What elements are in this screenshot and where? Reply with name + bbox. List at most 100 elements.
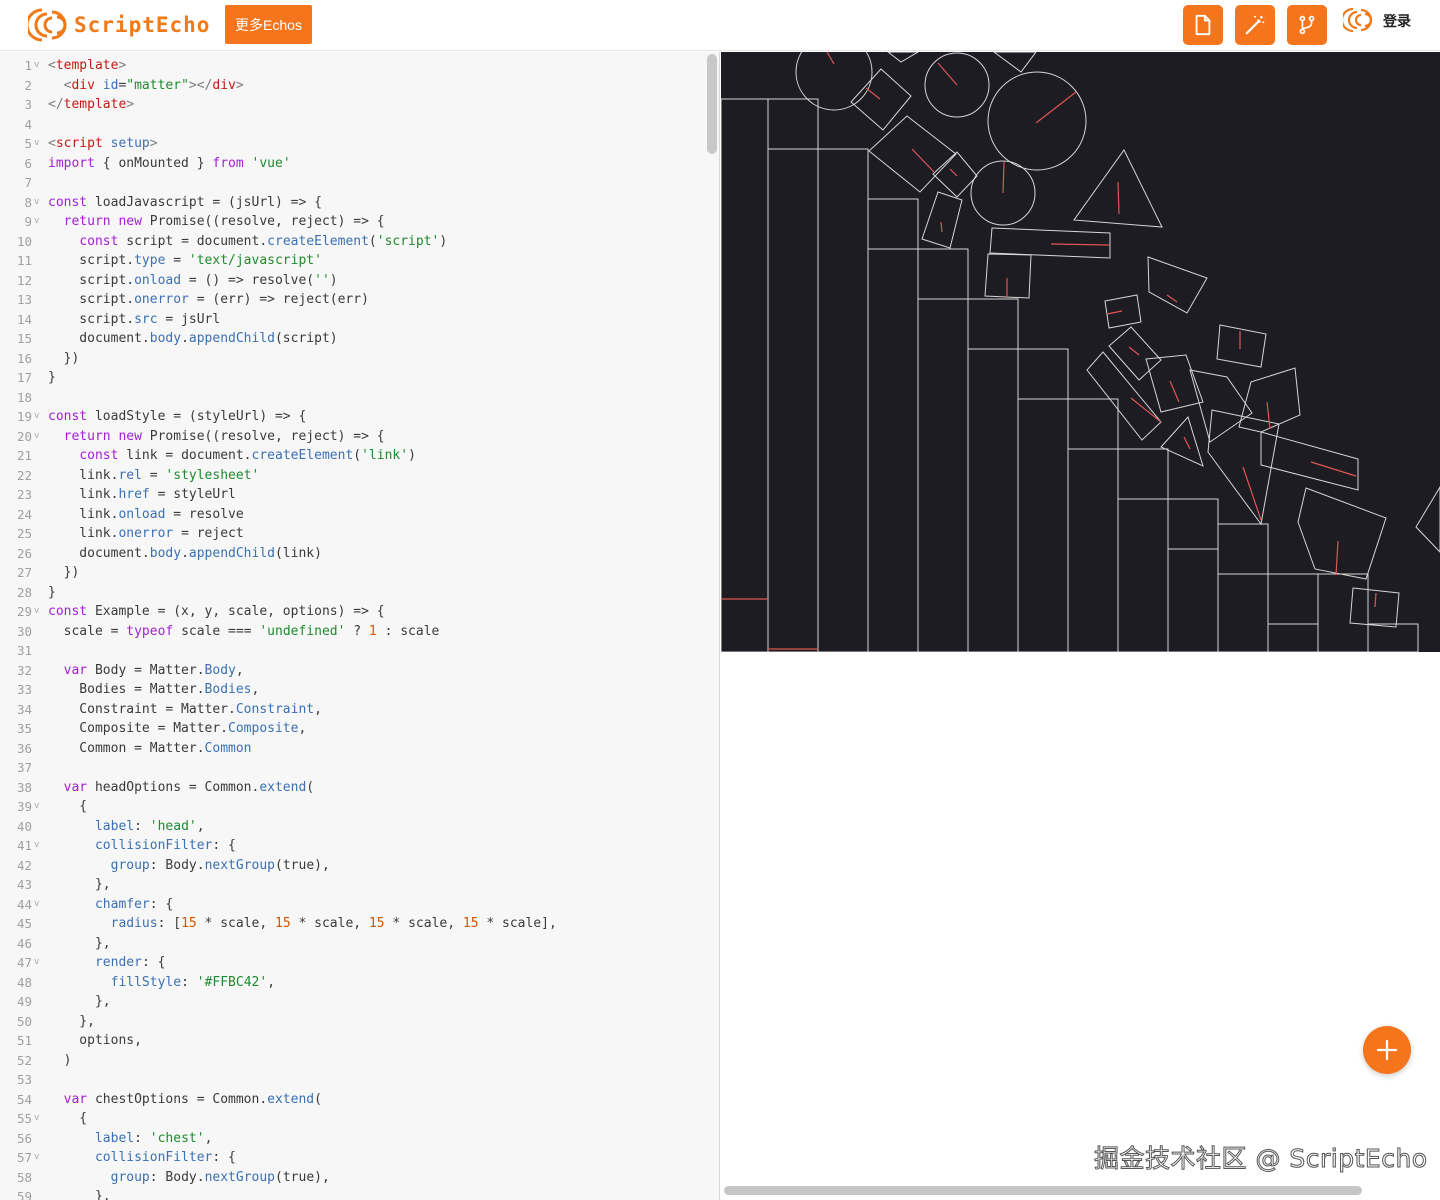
code-line[interactable]: 41 v collisionFilter: { bbox=[0, 836, 704, 856]
code-line[interactable]: 50 }, bbox=[0, 1012, 704, 1032]
line-number: 33 bbox=[16, 682, 32, 697]
code-line[interactable]: 13 script.onerror = (err) => reject(err) bbox=[0, 290, 704, 310]
user-echo-icon[interactable] bbox=[1343, 6, 1373, 34]
code-line[interactable]: 55 v { bbox=[0, 1109, 704, 1129]
fold-toggle-icon[interactable]: v bbox=[34, 953, 39, 973]
code-line[interactable]: 1 v <template> bbox=[0, 56, 704, 76]
code-line[interactable]: 47 v render: { bbox=[0, 953, 704, 973]
brand-logo[interactable]: ScriptEcho bbox=[28, 6, 210, 44]
code-line[interactable]: 48 fillStyle: '#FFBC42', bbox=[0, 973, 704, 993]
stair-block bbox=[1017, 348, 1069, 652]
code-line[interactable]: 25 link.onerror = reject bbox=[0, 524, 704, 544]
code-line[interactable]: 29 v const Example = (x, y, scale, options… bbox=[0, 602, 704, 622]
fork-button[interactable] bbox=[1287, 5, 1327, 45]
preview-horizontal-scrollbar[interactable] bbox=[724, 1186, 1362, 1195]
code-line[interactable]: 49 }, bbox=[0, 992, 704, 1012]
code-line[interactable]: 45 radius: [15 * scale, 15 * scale, 15 *… bbox=[0, 914, 704, 934]
code-line[interactable]: 15 document.body.appendChild(script) bbox=[0, 329, 704, 349]
code-line[interactable]: 34 Constraint = Matter.Constraint, bbox=[0, 700, 704, 720]
code-line[interactable]: 56 label: 'chest', bbox=[0, 1129, 704, 1149]
code-line[interactable]: 12 script.onload = () => resolve('') bbox=[0, 271, 704, 291]
line-number: 56 bbox=[16, 1130, 32, 1146]
add-floating-button[interactable] bbox=[1363, 1026, 1411, 1074]
code-line[interactable]: 44 v chamfer: { bbox=[0, 895, 704, 915]
fold-toggle-icon[interactable]: v bbox=[34, 427, 39, 447]
code-content[interactable]: 1 v <template> 2 <div id="matter"></div> 3 </… bbox=[0, 56, 704, 1200]
fold-toggle-icon[interactable]: v bbox=[34, 836, 39, 856]
code-line[interactable]: 24 link.onload = resolve bbox=[0, 505, 704, 525]
code-line[interactable]: 23 link.href = styleUrl bbox=[0, 485, 704, 505]
code-line[interactable]: 18 bbox=[0, 388, 704, 408]
code-line[interactable]: 5 v <script setup> bbox=[0, 134, 704, 154]
code-line[interactable]: 7 bbox=[0, 173, 704, 193]
code-line[interactable]: 10 const script = document.createElement… bbox=[0, 232, 704, 252]
new-file-button[interactable] bbox=[1183, 5, 1223, 45]
code-line[interactable]: 6 import { onMounted } from 'vue' bbox=[0, 154, 704, 174]
fold-toggle-icon[interactable]: v bbox=[34, 193, 39, 213]
code-line[interactable]: 27 }) bbox=[0, 563, 704, 583]
login-link[interactable]: 登录 bbox=[1383, 11, 1411, 31]
code-line[interactable]: 19 v const loadStyle = (styleUrl) => { bbox=[0, 407, 704, 427]
code-line[interactable]: 14 script.src = jsUrl bbox=[0, 310, 704, 330]
code-line[interactable]: 16 }) bbox=[0, 349, 704, 369]
line-number: 30 bbox=[16, 623, 32, 639]
code-text: collisionFilter: { bbox=[94, 838, 236, 853]
editor-vertical-scrollbar[interactable] bbox=[707, 54, 717, 154]
code-line[interactable]: 32 var Body = Matter.Body, bbox=[0, 661, 704, 681]
code-line[interactable]: 17} bbox=[0, 368, 704, 388]
code-line[interactable]: 38 var headOptions = Common.extend( bbox=[0, 778, 704, 798]
code-text: <script setup> bbox=[48, 136, 158, 151]
stair-block bbox=[721, 98, 769, 652]
fold-toggle-icon[interactable]: v bbox=[34, 1109, 39, 1129]
code-line[interactable]: 28} bbox=[0, 583, 704, 603]
code-line[interactable]: 40 label: 'head', bbox=[0, 817, 704, 837]
fold-toggle-icon[interactable]: v bbox=[34, 407, 39, 427]
more-echos-button[interactable]: 更多Echos bbox=[225, 5, 312, 44]
line-number: 38 bbox=[16, 779, 32, 795]
fold-toggle-icon[interactable]: v bbox=[34, 602, 39, 622]
code-line[interactable]: 33 Bodies = Matter.Bodies, bbox=[0, 680, 704, 700]
code-line[interactable]: 4 bbox=[0, 115, 704, 135]
code-line[interactable]: 20 v return new Promise((resolve, reject)… bbox=[0, 427, 704, 447]
code-line[interactable]: 53 bbox=[0, 1070, 704, 1090]
code-line[interactable]: 58 group: Body.nextGroup(true), bbox=[0, 1168, 704, 1188]
code-line[interactable]: 43 }, bbox=[0, 875, 704, 895]
code-line[interactable]: 37 bbox=[0, 758, 704, 778]
code-editor[interactable]: 1 v <template> 2 <div id="matter"></div> 3 </… bbox=[0, 52, 720, 1200]
code-line[interactable]: 57 v collisionFilter: { bbox=[0, 1148, 704, 1168]
code-line[interactable]: 2 <div id="matter"></div> bbox=[0, 76, 704, 96]
fold-toggle-icon[interactable]: v bbox=[34, 797, 39, 817]
code-line[interactable]: 51 options, bbox=[0, 1031, 704, 1051]
fold-toggle-icon[interactable]: v bbox=[34, 1148, 39, 1168]
line-number: 46 bbox=[16, 935, 32, 951]
fold-toggle-icon[interactable]: v bbox=[34, 895, 39, 915]
fold-toggle-icon[interactable]: v bbox=[34, 212, 39, 232]
fold-toggle-icon[interactable]: v bbox=[34, 134, 39, 154]
body-square bbox=[1145, 354, 1204, 413]
fold-toggle-icon[interactable]: v bbox=[34, 56, 39, 76]
code-line[interactable]: 30 scale = typeof scale === 'undefined' … bbox=[0, 622, 704, 642]
code-line[interactable]: 39 v { bbox=[0, 797, 704, 817]
code-line[interactable]: 46 }, bbox=[0, 934, 704, 954]
code-line[interactable]: 21 const link = document.createElement('… bbox=[0, 446, 704, 466]
line-number: 16 bbox=[16, 350, 32, 366]
code-line[interactable]: 52 ) bbox=[0, 1051, 704, 1071]
matter-preview-canvas[interactable] bbox=[721, 52, 1440, 652]
magic-wand-button[interactable] bbox=[1235, 5, 1275, 45]
line-number: 50 bbox=[16, 1013, 32, 1029]
code-line[interactable]: 59 }, bbox=[0, 1187, 704, 1200]
code-line[interactable]: 36 Common = Matter.Common bbox=[0, 739, 704, 759]
code-line[interactable]: 54 var chestOptions = Common.extend( bbox=[0, 1090, 704, 1110]
code-text: }, bbox=[48, 1013, 95, 1029]
code-line[interactable]: 22 link.rel = 'stylesheet' bbox=[0, 466, 704, 486]
code-line[interactable]: 9v return new Promise((resolve, reject) … bbox=[0, 212, 704, 232]
code-line[interactable]: 11 script.type = 'text/javascript' bbox=[0, 251, 704, 271]
code-text: script.onload = () => resolve('') bbox=[48, 272, 338, 288]
code-line[interactable]: 3 </template> bbox=[0, 95, 704, 115]
code-line[interactable]: 8 v const loadJavascript = (jsUrl) => { bbox=[0, 193, 704, 213]
code-line[interactable]: 26 document.body.appendChild(link) bbox=[0, 544, 704, 564]
code-line[interactable]: 31 bbox=[0, 641, 704, 661]
code-line[interactable]: 35 Composite = Matter.Composite, bbox=[0, 719, 704, 739]
code-text: } bbox=[48, 370, 56, 385]
code-line[interactable]: 42 group: Body.nextGroup(true), bbox=[0, 856, 704, 876]
